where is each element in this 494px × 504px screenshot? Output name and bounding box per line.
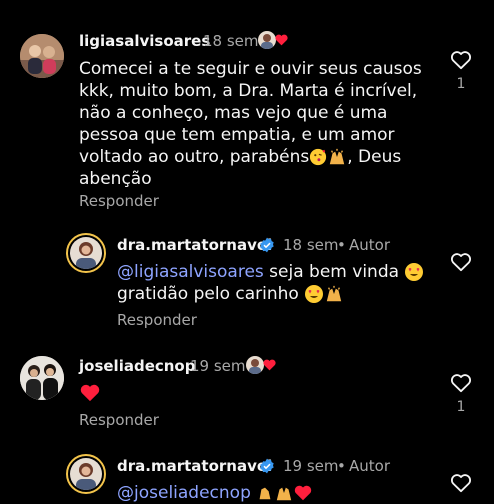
meta-separator: • <box>337 457 346 475</box>
comment-username[interactable]: joseliadecnop <box>79 357 195 375</box>
liked-by-author-avatar <box>258 31 276 49</box>
comment-time: 18 sem <box>203 32 259 50</box>
comment-text-segment: , Deus <box>347 147 402 167</box>
avatar-photo-icon <box>20 356 64 400</box>
author-label: Autor <box>349 457 390 475</box>
comment-text-line: kkk, muito bom, a Dra. Marta é incrível, <box>79 81 418 101</box>
reply-button[interactable]: Responder <box>79 411 159 429</box>
comment-text-line: pessoa que tem empatia, e um amor <box>79 125 395 145</box>
reply-button[interactable]: Responder <box>79 192 159 210</box>
avatar-story-ring[interactable] <box>66 233 106 273</box>
mention-link[interactable]: @joseliadecnop <box>117 483 251 503</box>
like-heart-icon[interactable] <box>450 50 472 70</box>
avatar <box>70 458 102 490</box>
red-heart-emoji <box>275 34 288 46</box>
like-heart-icon[interactable] <box>450 252 472 272</box>
comment-time: 19 sem <box>190 357 246 375</box>
meta-separator: • <box>337 236 346 254</box>
verified-badge-icon <box>260 237 274 253</box>
red-heart-emoji <box>295 485 312 501</box>
comment-time: 19 sem <box>283 457 339 475</box>
comment-username[interactable]: ligiasalvisoares <box>79 32 210 50</box>
reply-text-line: gratidão pelo carinho <box>117 283 344 305</box>
like-heart-icon[interactable] <box>450 473 472 493</box>
avatar-photo-icon <box>20 34 64 78</box>
comment-text-segment: voltado ao outro, parabéns <box>79 147 310 167</box>
like-count: 1 <box>456 399 466 415</box>
comment-text-line: Comecei a te seguir e ouvir seus causos <box>79 59 422 79</box>
author-label: Autor <box>349 236 390 254</box>
praying-hands-emoji <box>327 285 342 302</box>
avatar-photo-icon <box>76 463 96 490</box>
like-count: 1 <box>456 76 466 92</box>
smiling-hearts-emoji <box>405 263 424 281</box>
red-heart-emoji <box>263 359 276 371</box>
avatar[interactable] <box>20 356 64 400</box>
avatar <box>70 237 102 269</box>
reply-text-segment: gratidão pelo carinho <box>117 284 299 304</box>
reply-text-line: @joseliadecnop <box>117 482 312 504</box>
comment-text-line: não a conheço, mas vejo que é uma <box>79 103 388 123</box>
verified-badge-icon <box>260 458 274 474</box>
clapping-hands-emoji <box>259 487 271 500</box>
like-heart-icon[interactable] <box>450 373 472 393</box>
comment-text-line: voltado ao outro, parabéns , Deus <box>79 146 401 168</box>
reply-text-segment: seja bem vinda <box>263 262 400 282</box>
reply-button[interactable]: Responder <box>117 311 197 329</box>
praying-hands-emoji <box>277 487 292 501</box>
smiling-hearts-emoji <box>305 285 324 303</box>
comment-text-line: abenção <box>79 169 152 189</box>
reply-text-line: @ligiasalvisoares seja bem vinda <box>117 261 424 283</box>
comment-time: 18 sem <box>283 236 339 254</box>
mention-link[interactable]: @ligiasalvisoares <box>117 262 264 282</box>
avatar-story-ring[interactable] <box>66 454 106 494</box>
avatar[interactable] <box>20 34 64 78</box>
comment-username[interactable]: dra.martatornavoi <box>117 236 272 254</box>
kiss-emoji <box>310 148 327 166</box>
avatar-photo-icon <box>76 242 96 269</box>
previous-reply-count: 0 <box>148 0 156 1</box>
liked-by-author-avatar <box>246 356 264 374</box>
red-heart-emoji <box>80 384 100 402</box>
comment-username[interactable]: dra.martatornavoi <box>117 457 272 475</box>
praying-hands-emoji <box>330 148 345 165</box>
